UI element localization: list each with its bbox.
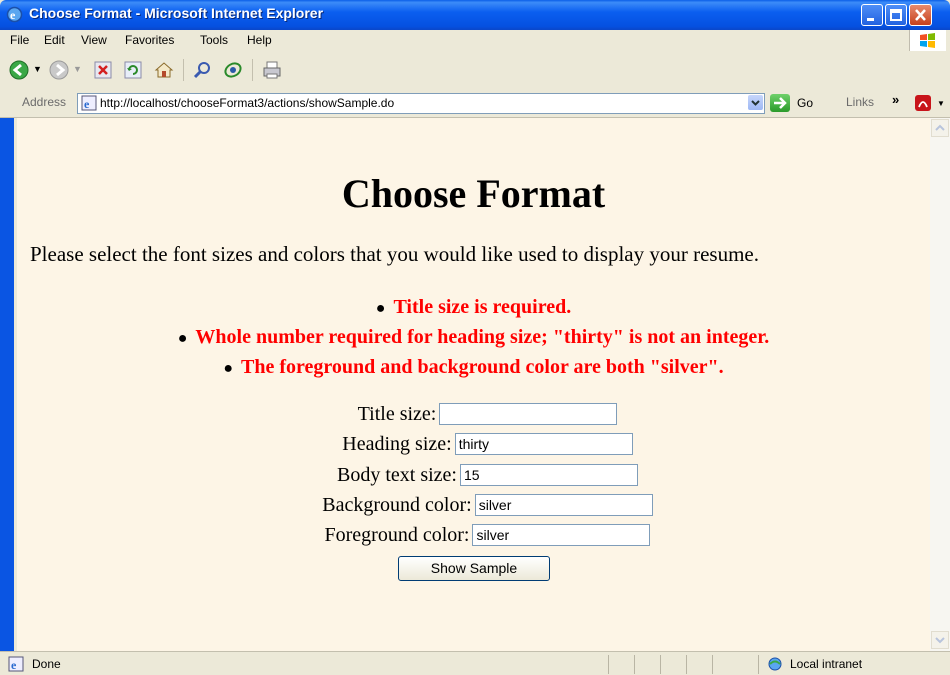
toolbar-separator bbox=[252, 59, 253, 81]
acrobat-icon[interactable] bbox=[914, 94, 932, 112]
menu-favorites[interactable]: Favorites bbox=[125, 33, 174, 47]
window-border-left bbox=[0, 118, 17, 651]
background-color-row: Background color: bbox=[31, 493, 944, 517]
show-sample-button[interactable]: Show Sample bbox=[398, 556, 550, 581]
status-divider bbox=[686, 655, 687, 674]
status-text: Done bbox=[32, 657, 61, 671]
status-divider bbox=[660, 655, 661, 674]
chevron-down-icon bbox=[751, 100, 760, 106]
svg-text:e: e bbox=[11, 658, 17, 672]
home-icon[interactable] bbox=[153, 59, 175, 81]
menu-file[interactable]: File bbox=[10, 33, 29, 47]
title-size-input[interactable] bbox=[439, 403, 618, 426]
maximize-button[interactable] bbox=[885, 4, 907, 26]
status-divider bbox=[634, 655, 635, 674]
intro-text: Please select the font sizes and colors … bbox=[30, 242, 760, 266]
title-size-label: Title size: bbox=[357, 402, 437, 425]
intranet-zone-icon bbox=[768, 657, 782, 671]
body-text-size-label: Body text size: bbox=[337, 463, 457, 486]
error-item: ● Title size is required. bbox=[375, 296, 572, 318]
toolbar: ▼ ▼ bbox=[0, 51, 950, 90]
page-content: Choose Format Please select the font siz… bbox=[17, 118, 930, 651]
page-done-icon: e bbox=[8, 656, 24, 672]
status-divider bbox=[608, 655, 609, 674]
back-dropdown-icon[interactable]: ▼ bbox=[33, 64, 42, 74]
error-item: ● Whole number required for heading size;… bbox=[177, 326, 770, 348]
address-bar: Address e http://localhost/chooseFormat3… bbox=[0, 89, 950, 118]
status-divider bbox=[758, 655, 759, 674]
links-chevron[interactable]: » bbox=[892, 92, 899, 107]
window-title: Choose Format - Microsoft Internet Explo… bbox=[29, 5, 324, 21]
heading-size-input[interactable] bbox=[454, 433, 633, 456]
maximize-icon bbox=[890, 9, 902, 21]
menu-help[interactable]: Help bbox=[247, 33, 272, 47]
foreground-color-label: Foreground color: bbox=[324, 523, 470, 546]
close-button[interactable] bbox=[909, 4, 932, 26]
foreground-color-row: Foreground color: bbox=[31, 523, 944, 547]
browser-window: e Choose Format - Microsoft Internet Exp… bbox=[0, 0, 950, 675]
error-list: ● Title size is required. ● Whole number r… bbox=[17, 293, 930, 383]
page-icon: e bbox=[81, 95, 97, 111]
menu-bar: File Edit View Favorites Tools Help bbox=[0, 30, 950, 52]
windows-flag-icon bbox=[920, 33, 935, 48]
heading-size-row: Heading size: bbox=[31, 432, 944, 456]
ie-icon: e bbox=[6, 6, 23, 23]
forward-icon[interactable] bbox=[48, 59, 70, 81]
background-color-input[interactable] bbox=[474, 494, 653, 517]
go-arrow-icon bbox=[774, 97, 787, 109]
heading-size-label: Heading size: bbox=[342, 432, 452, 455]
chevron-down-icon bbox=[935, 637, 945, 644]
back-icon[interactable] bbox=[8, 59, 30, 81]
title-size-row: Title size: bbox=[31, 402, 944, 426]
menu-tools[interactable]: Tools bbox=[200, 33, 228, 47]
error-text: Whole number required for heading size; … bbox=[195, 326, 770, 348]
menu-edit[interactable]: Edit bbox=[44, 33, 65, 47]
minimize-icon bbox=[867, 18, 874, 21]
stop-icon[interactable] bbox=[92, 59, 114, 81]
windows-logo bbox=[909, 30, 946, 51]
go-label[interactable]: Go bbox=[797, 96, 813, 110]
refresh-icon[interactable] bbox=[122, 59, 144, 81]
zone-label: Local intranet bbox=[790, 657, 863, 671]
links-label[interactable]: Links bbox=[846, 95, 874, 109]
menu-view[interactable]: View bbox=[81, 33, 107, 47]
foreground-color-input[interactable] bbox=[472, 524, 651, 547]
go-button[interactable] bbox=[770, 94, 790, 112]
status-divider bbox=[712, 655, 713, 674]
body-text-size-row: Body text size: bbox=[31, 463, 944, 487]
svg-text:e: e bbox=[10, 8, 16, 22]
page-title: Choose Format bbox=[341, 171, 606, 216]
status-bar: e Done Local intranet bbox=[0, 651, 950, 675]
chevron-up-icon bbox=[935, 124, 945, 131]
minimize-button[interactable] bbox=[861, 4, 883, 26]
favorites-icon[interactable] bbox=[222, 59, 244, 81]
print-icon[interactable] bbox=[261, 59, 283, 81]
error-item: ● The foreground and background color are… bbox=[223, 356, 724, 378]
scroll-down-button[interactable] bbox=[931, 631, 949, 649]
address-dropdown-button[interactable] bbox=[748, 95, 763, 110]
acrobat-dropdown-icon[interactable]: ▼ bbox=[937, 99, 945, 108]
body-text-size-input[interactable] bbox=[459, 464, 638, 487]
forward-dropdown-icon[interactable]: ▼ bbox=[73, 64, 82, 74]
vertical-scrollbar[interactable] bbox=[930, 118, 950, 651]
address-url[interactable]: http://localhost/chooseFormat3/actions/s… bbox=[100, 96, 394, 110]
search-icon[interactable] bbox=[192, 59, 214, 81]
toolbar-separator bbox=[183, 59, 184, 81]
error-text: The foreground and background color are … bbox=[241, 356, 724, 378]
close-icon bbox=[915, 9, 926, 21]
scroll-up-button[interactable] bbox=[931, 119, 949, 137]
svg-text:e: e bbox=[84, 97, 90, 111]
address-input[interactable]: e http://localhost/chooseFormat3/actions… bbox=[77, 93, 765, 114]
background-color-label: Background color: bbox=[322, 493, 472, 516]
address-label: Address bbox=[22, 95, 67, 109]
error-text: Title size is required. bbox=[393, 296, 572, 318]
title-bar[interactable]: e Choose Format - Microsoft Internet Exp… bbox=[0, 0, 950, 30]
